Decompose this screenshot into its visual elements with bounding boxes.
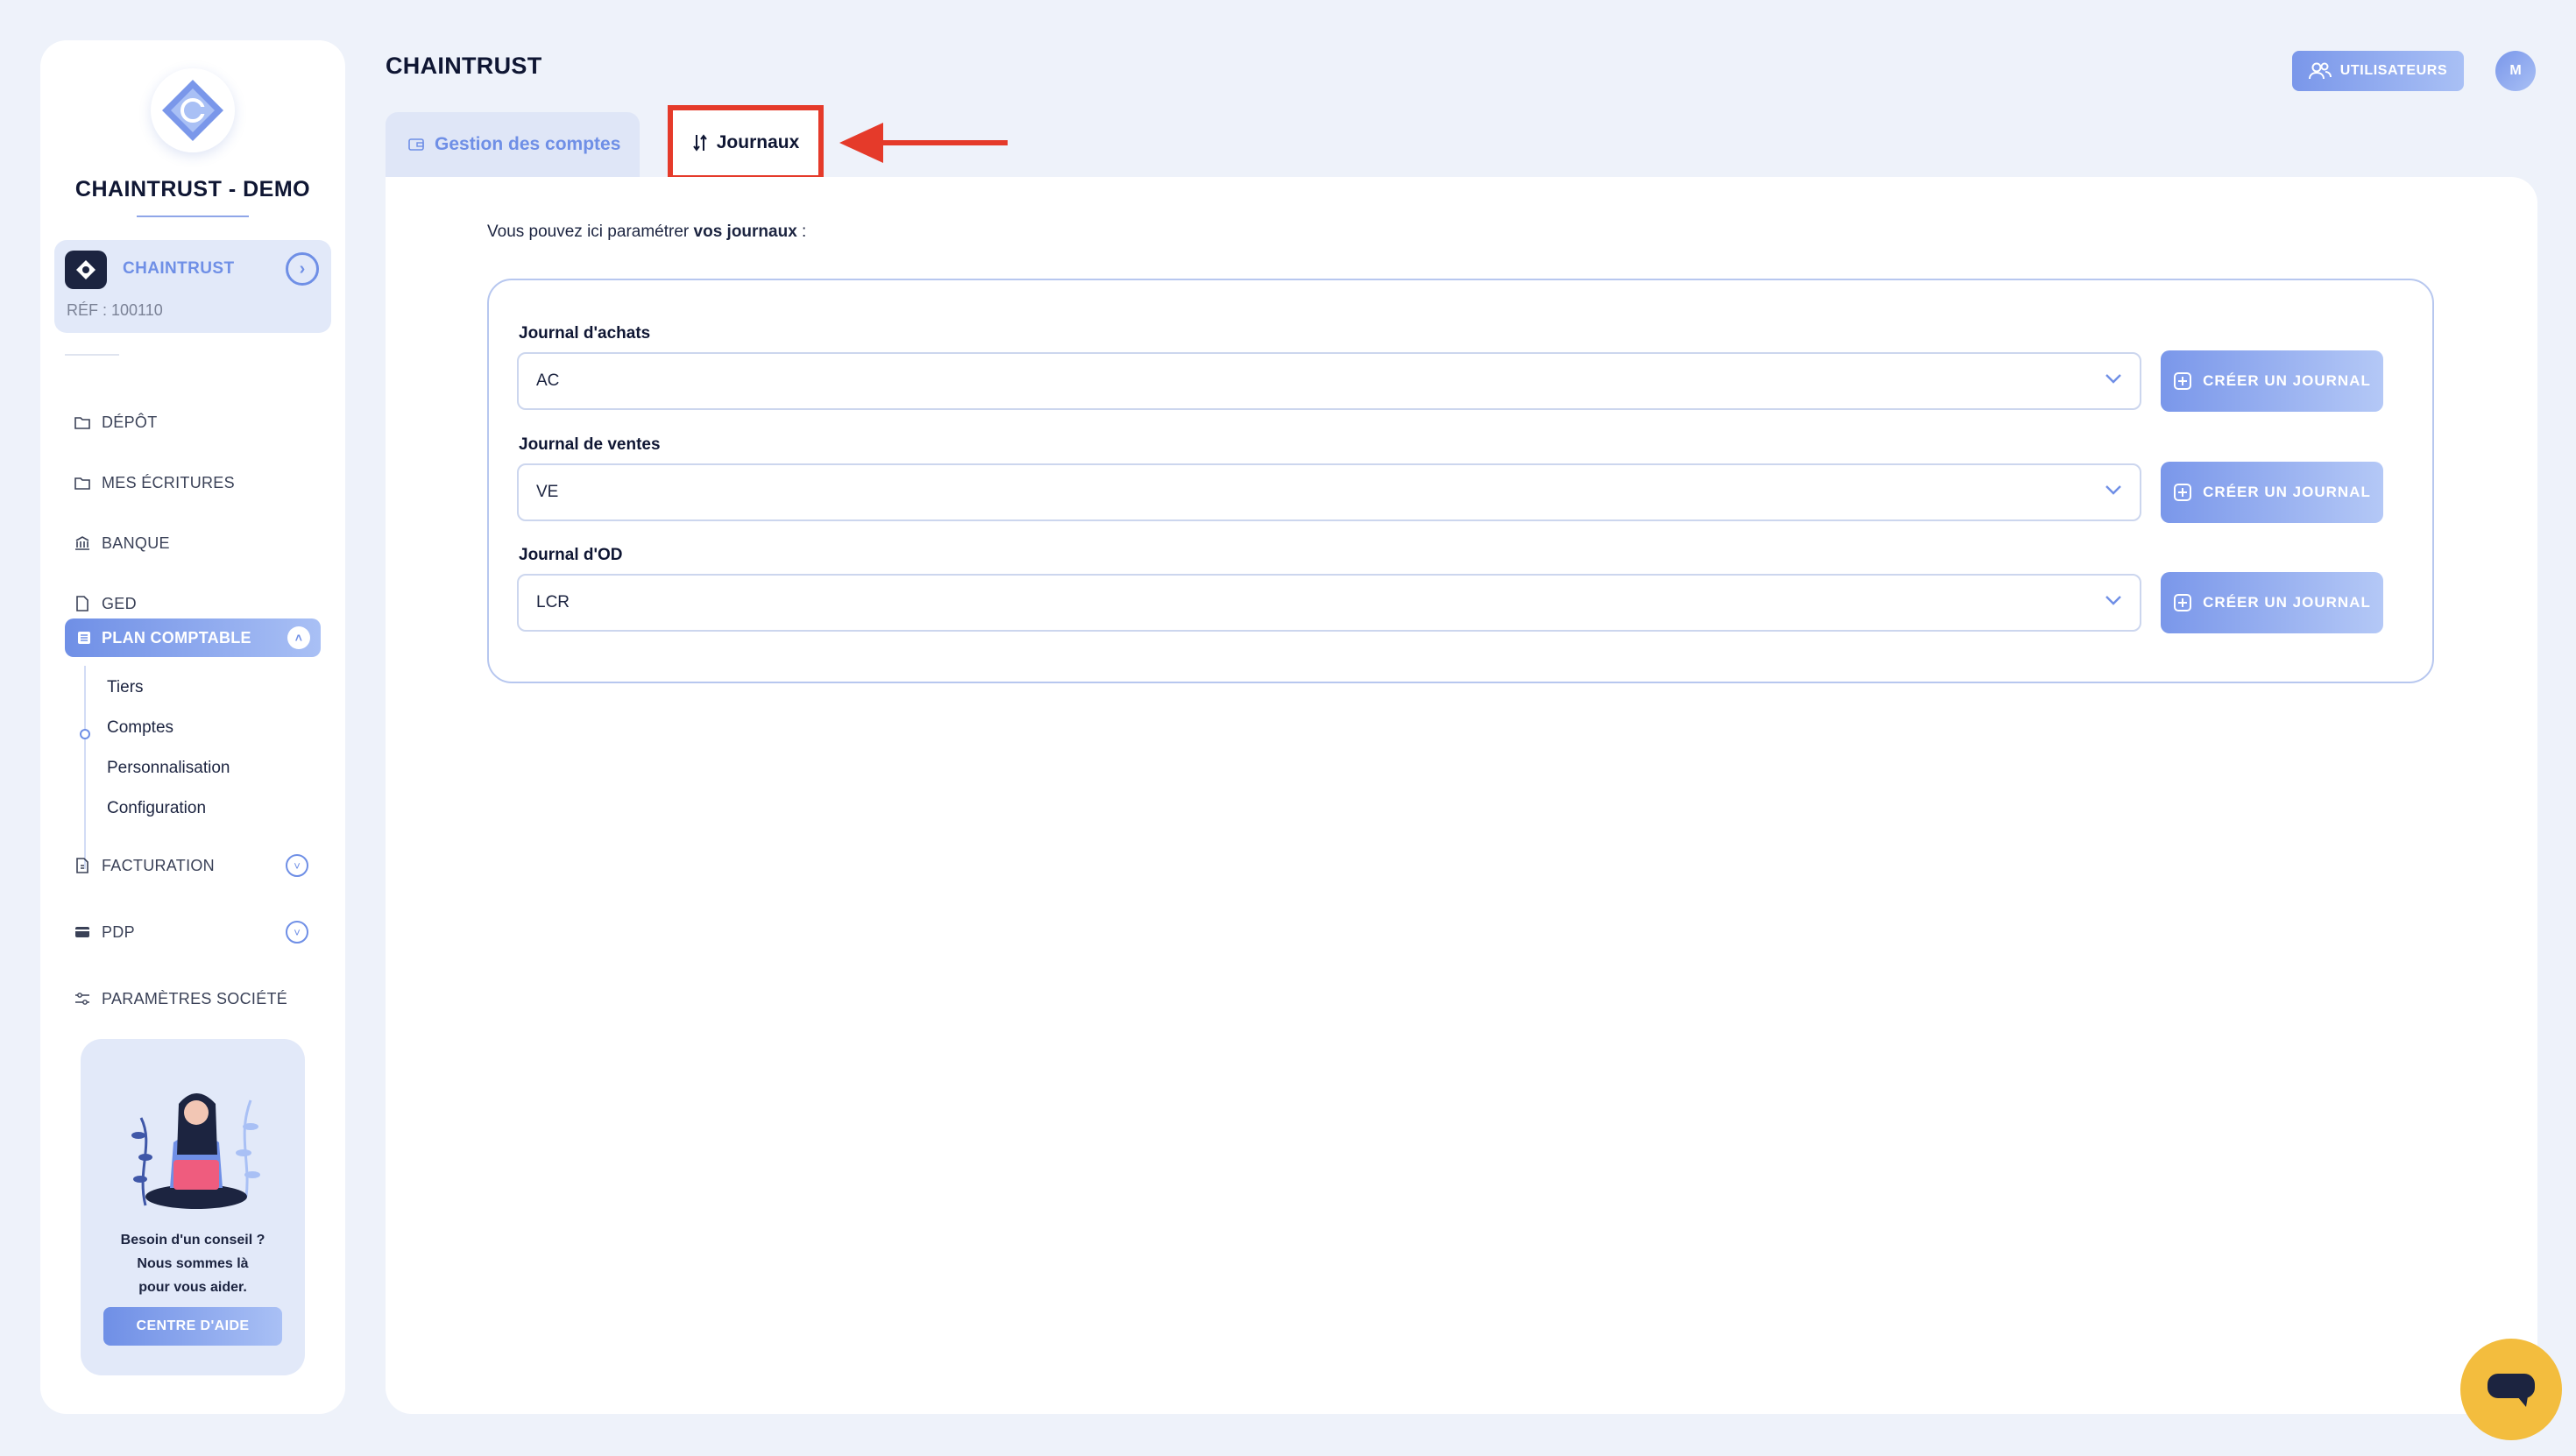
avatar[interactable]: M <box>2495 51 2536 91</box>
create-journal-button[interactable]: CRÉER UN JOURNAL <box>2161 572 2383 633</box>
sidebar: CHAINTRUST - DEMO CHAINTRUST › RÉF : 100… <box>40 40 345 1414</box>
chevron-right-icon[interactable]: › <box>286 252 319 286</box>
create-journal-button[interactable]: CRÉER UN JOURNAL <box>2161 462 2383 523</box>
nav-item-parametres-societe[interactable]: PARAMÈTRES SOCIÉTÉ <box>74 984 287 1014</box>
company-selector[interactable]: CHAINTRUST › RÉF : 100110 <box>54 240 331 333</box>
folder-icon <box>74 413 91 431</box>
select-value: AC <box>536 371 560 390</box>
users-icon <box>2308 61 2332 81</box>
company-name: CHAINTRUST <box>123 259 235 278</box>
subitem-personnalisation[interactable]: Personnalisation <box>107 759 230 778</box>
chat-button[interactable] <box>2460 1339 2562 1440</box>
nav-item-plan-comptable[interactable]: PLAN COMPTABLE ˄ <box>65 618 321 657</box>
help-illustration <box>131 1093 260 1209</box>
help-line: Nous sommes là <box>137 1256 249 1271</box>
title-underline <box>137 216 249 217</box>
chevron-down-icon <box>2105 373 2122 384</box>
tab-label: Journaux <box>716 132 800 152</box>
chevron-down-icon[interactable]: ˅ <box>286 854 308 877</box>
users-button-label: UTILISATEURS <box>2339 63 2448 78</box>
plus-square-icon <box>2173 593 2192 612</box>
sort-icon <box>692 133 708 152</box>
field-label-journal-ventes: Journal de ventes <box>519 435 661 454</box>
nav-item-facturation[interactable]: FACTURATION <box>74 851 215 880</box>
nav-item-label: DÉPÔT <box>102 413 158 431</box>
submenu-active-dot <box>80 729 90 739</box>
users-button[interactable]: UTILISATEURS <box>2292 51 2464 91</box>
nav-item-banque[interactable]: BANQUE <box>74 528 170 558</box>
plus-square-icon <box>2173 371 2192 391</box>
chevron-down-icon <box>2105 484 2122 495</box>
nav-item-ged[interactable]: GED <box>74 589 137 618</box>
select-value: LCR <box>536 593 570 611</box>
journal-ventes-select[interactable]: VE <box>517 463 2141 521</box>
intro-suffix: : <box>796 223 807 241</box>
sliders-icon <box>74 990 91 1007</box>
nav-item-label: MES ÉCRITURES <box>102 473 235 491</box>
help-line: Besoin d'un conseil ? <box>120 1233 265 1247</box>
nav-item-label: FACTURATION <box>102 856 215 874</box>
help-line: pour vous aider. <box>138 1280 247 1295</box>
nav-item-label: PLAN COMPTABLE <box>102 628 251 647</box>
nav-item-pdp[interactable]: PDP <box>74 917 135 947</box>
tab-label: Gestion des comptes <box>435 134 621 154</box>
nav-item-label: BANQUE <box>102 534 170 552</box>
annotation-arrow-icon <box>839 123 1008 163</box>
subitem-comptes[interactable]: Comptes <box>107 718 173 738</box>
journal-achats-select[interactable]: AC <box>517 352 2141 410</box>
nav-item-depot[interactable]: DÉPÔT <box>74 407 158 437</box>
create-journal-label: CRÉER UN JOURNAL <box>2203 594 2371 611</box>
subitem-tiers[interactable]: Tiers <box>107 678 144 697</box>
chat-icon <box>2488 1374 2535 1407</box>
nav-item-mes-ecritures[interactable]: MES ÉCRITURES <box>74 468 235 498</box>
chevron-up-icon[interactable]: ˄ <box>287 626 310 649</box>
submenu-line <box>84 666 86 869</box>
company-title: CHAINTRUST - DEMO <box>74 177 311 201</box>
intro-text: Vous pouvez ici paramétrer vos journaux … <box>487 223 806 242</box>
chevron-down-icon <box>2105 595 2122 605</box>
help-center-button[interactable]: CENTRE D'AIDE <box>103 1307 282 1346</box>
nav-item-label: PDP <box>102 922 135 941</box>
create-journal-label: CRÉER UN JOURNAL <box>2203 372 2371 389</box>
create-journal-button[interactable]: CRÉER UN JOURNAL <box>2161 350 2383 412</box>
nav-item-label: GED <box>102 594 137 612</box>
help-card: Besoin d'un conseil ? Nous sommes là pou… <box>81 1039 305 1375</box>
field-label-journal-achats: Journal d'achats <box>519 324 651 343</box>
intro-prefix: Vous pouvez ici paramétrer <box>487 223 694 241</box>
divider <box>65 354 119 356</box>
chevron-down-icon[interactable]: ˅ <box>286 921 308 944</box>
wallet-icon <box>408 138 424 152</box>
select-value: VE <box>536 483 559 501</box>
folder-icon <box>74 474 91 491</box>
journal-od-select[interactable]: LCR <box>517 574 2141 632</box>
subitem-configuration[interactable]: Configuration <box>107 799 206 818</box>
bank-icon <box>74 534 91 552</box>
tab-gestion-des-comptes[interactable]: Gestion des comptes <box>386 112 640 177</box>
tab-journaux[interactable]: Journaux <box>668 105 824 180</box>
invoice-icon <box>74 857 91 874</box>
nav-item-label: PARAMÈTRES SOCIÉTÉ <box>102 989 288 1007</box>
page-title: CHAINTRUST <box>386 53 542 79</box>
document-icon <box>74 595 91 612</box>
company-badge-icon <box>65 251 107 289</box>
intro-bold: vos journaux <box>693 223 797 241</box>
company-ref: RÉF : 100110 <box>67 301 163 319</box>
list-icon <box>75 629 93 647</box>
company-logo <box>151 68 235 152</box>
card-icon <box>74 923 91 941</box>
field-label-journal-od: Journal d'OD <box>519 546 623 564</box>
create-journal-label: CRÉER UN JOURNAL <box>2203 484 2371 500</box>
help-text: Besoin d'un conseil ? Nous sommes là pou… <box>81 1228 305 1299</box>
plus-square-icon <box>2173 483 2192 502</box>
